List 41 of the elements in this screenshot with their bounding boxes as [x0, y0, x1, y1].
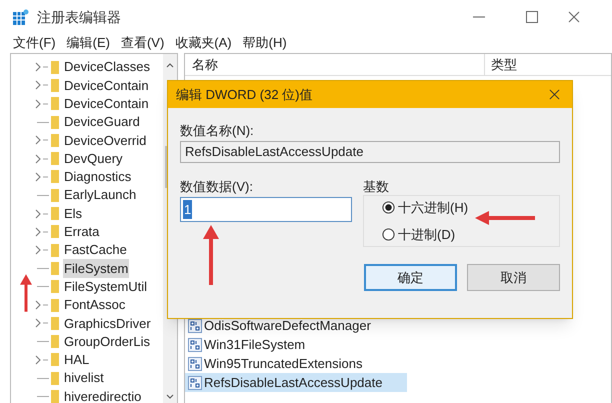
- tree-item[interactable]: EarlyLaunch: [63, 185, 138, 205]
- tree-item[interactable]: Els: [63, 204, 84, 224]
- tree-item[interactable]: DeviceContain: [63, 94, 150, 114]
- tree-item[interactable]: hivelist: [63, 368, 105, 388]
- tree-item[interactable]: DeviceOverrid: [63, 130, 148, 150]
- tree-item[interactable]: DeviceGuard: [63, 112, 141, 132]
- value-data-field[interactable]: 1: [180, 197, 352, 222]
- group-label: 基数: [363, 178, 390, 195]
- value-name-field[interactable]: RefsDisableLastAccessUpdate: [180, 141, 560, 163]
- cancel-button[interactable]: 取消: [467, 264, 560, 291]
- list-row[interactable]: OdisSoftwareDefectManager: [185, 316, 407, 335]
- list-row[interactable]: Win95TruncatedExtensions: [185, 354, 407, 373]
- ok-button[interactable]: 确定: [364, 264, 457, 291]
- column-header[interactable]: 类型: [485, 54, 517, 75]
- window-title: 注册表编辑器: [37, 8, 121, 26]
- tree-item[interactable]: FileSystemUtil: [63, 276, 148, 296]
- radio-label: 十六进制(H): [398, 199, 468, 217]
- menu-item[interactable]: 编辑(E): [66, 33, 110, 53]
- field-label: 数值名称(N):: [180, 122, 255, 140]
- tree-item[interactable]: Errata: [63, 222, 100, 242]
- tree-item[interactable]: DeviceContain: [63, 76, 150, 96]
- tree-item[interactable]: FastCache: [63, 240, 128, 260]
- column-header[interactable]: 名称: [185, 54, 485, 75]
- tree-item[interactable]: FileSystem: [63, 258, 130, 278]
- tree-item[interactable]: Diagnostics: [63, 167, 132, 187]
- tree-item[interactable]: hiveredirectio: [63, 386, 142, 403]
- tree-item[interactable]: DeviceClasses: [63, 57, 151, 77]
- radio-label: 十进制(D): [398, 226, 456, 244]
- tree-item[interactable]: GraphicsDriver: [63, 314, 152, 334]
- field-label: 数值数据(V):: [180, 178, 254, 196]
- dialog-title: 编辑 DWORD (32 位)值: [176, 86, 312, 104]
- tree-item[interactable]: HAL: [63, 350, 90, 370]
- tree-item[interactable]: FontAssoc: [63, 295, 126, 315]
- menu-item[interactable]: 文件(F): [13, 33, 56, 53]
- tree-item[interactable]: GroupOrderLis: [63, 332, 151, 352]
- list-row[interactable]: RefsDisableLastAccessUpdate: [185, 373, 407, 392]
- menu-item[interactable]: 收藏夹(A): [175, 33, 232, 53]
- menu-item[interactable]: 帮助(H): [242, 33, 287, 53]
- tree-item[interactable]: DevQuery: [63, 148, 124, 168]
- list-row[interactable]: Win31FileSystem: [185, 335, 407, 354]
- menu-item[interactable]: 查看(V): [120, 33, 164, 53]
